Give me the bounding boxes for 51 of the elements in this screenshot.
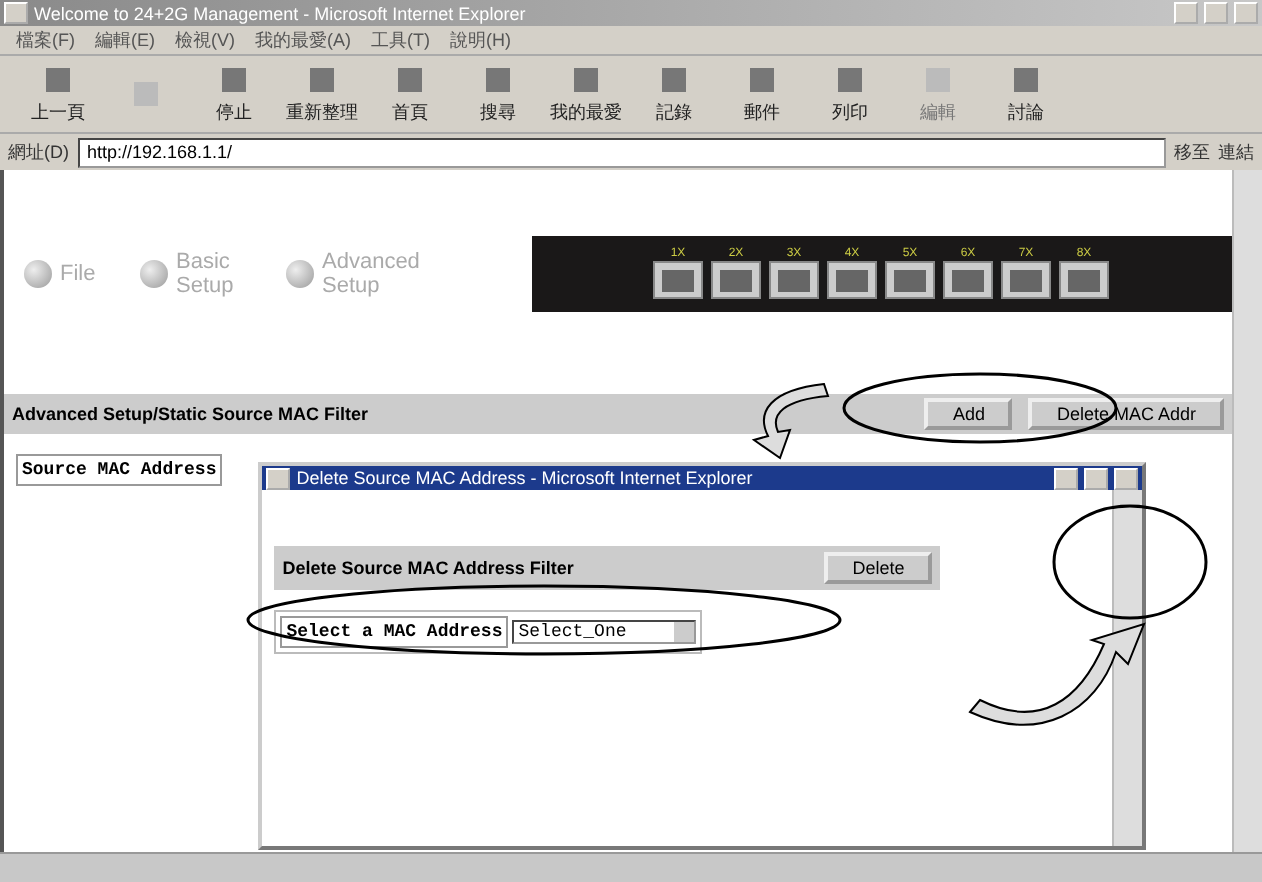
scrollbar[interactable] — [1232, 170, 1262, 852]
address-label: 網址(D) — [8, 139, 69, 165]
maximize-button[interactable] — [1084, 467, 1109, 489]
menu-item[interactable]: 工具(T) — [371, 27, 430, 53]
go-button[interactable]: 移至 — [1174, 139, 1210, 165]
toolbar-label: 討論 — [1008, 99, 1044, 125]
menu-item[interactable]: 說明(H) — [450, 27, 511, 53]
toolbar-icon[interactable] — [480, 63, 516, 95]
toolbar-label: 記錄 — [656, 99, 692, 125]
toolbar-label: 搜尋 — [480, 99, 516, 125]
address-field[interactable]: http://192.168.1.1/ — [77, 137, 1166, 167]
mac-select[interactable]: Select_One — [512, 620, 697, 644]
delete-button[interactable]: Delete — [824, 552, 933, 584]
toolbar-icon[interactable] — [656, 63, 692, 95]
toolbar-icon[interactable] — [216, 63, 252, 95]
nav-ball-icon[interactable] — [286, 260, 314, 288]
action-button[interactable]: Delete MAC Addr — [1028, 398, 1224, 430]
toolbar-label: 重新整理 — [286, 99, 358, 125]
toolbar-label: 編輯 — [920, 99, 956, 125]
links-label[interactable]: 連結 — [1218, 139, 1254, 165]
toolbar-icon[interactable] — [40, 63, 76, 95]
toolbar-icon[interactable] — [568, 63, 604, 95]
toolbar-label: 首頁 — [392, 99, 428, 125]
toolbar-label: 我的最愛 — [550, 99, 622, 125]
menu-item[interactable]: 編輯(E) — [95, 27, 155, 53]
popup-heading: Delete Source MAC Address Filter — [282, 558, 576, 578]
close-button[interactable] — [1114, 467, 1139, 489]
popup-title: Delete Source MAC Address - Microsoft Internet Explorer — [296, 468, 755, 488]
scrollbar[interactable] — [0, 852, 1262, 882]
toolbar-icon[interactable] — [392, 63, 428, 95]
toolbar-label: 停止 — [216, 99, 252, 125]
toolbar-label: 上一頁 — [31, 99, 85, 125]
toolbar-label: 列印 — [832, 99, 868, 125]
toolbar-icon[interactable] — [304, 63, 340, 95]
menu-item[interactable]: 檔案(F) — [16, 27, 75, 53]
page-heading: Advanced Setup/Static Source MAC Filter — [12, 404, 371, 424]
toolbar-icon[interactable] — [832, 63, 868, 95]
nav-ball-icon[interactable] — [24, 260, 52, 288]
toolbar-icon[interactable] — [744, 63, 780, 95]
curved-arrow — [753, 383, 829, 459]
minimize-button[interactable] — [1054, 467, 1079, 489]
field-label: Select a MAC Address — [280, 616, 509, 648]
window-title: Welcome to 24+2G Management - Microsoft Internet Explorer — [34, 3, 528, 23]
menu-item[interactable]: 檢視(V) — [175, 27, 235, 53]
column-header: Source MAC Address — [16, 454, 223, 486]
toolbar-label: 郵件 — [744, 99, 780, 125]
nav-ball-icon[interactable] — [140, 260, 168, 288]
scrollbar[interactable] — [1112, 490, 1143, 846]
action-button[interactable]: Add — [924, 398, 1013, 430]
menu-item[interactable]: 我的最愛(A) — [255, 27, 351, 53]
toolbar-icon[interactable] — [1008, 63, 1044, 95]
